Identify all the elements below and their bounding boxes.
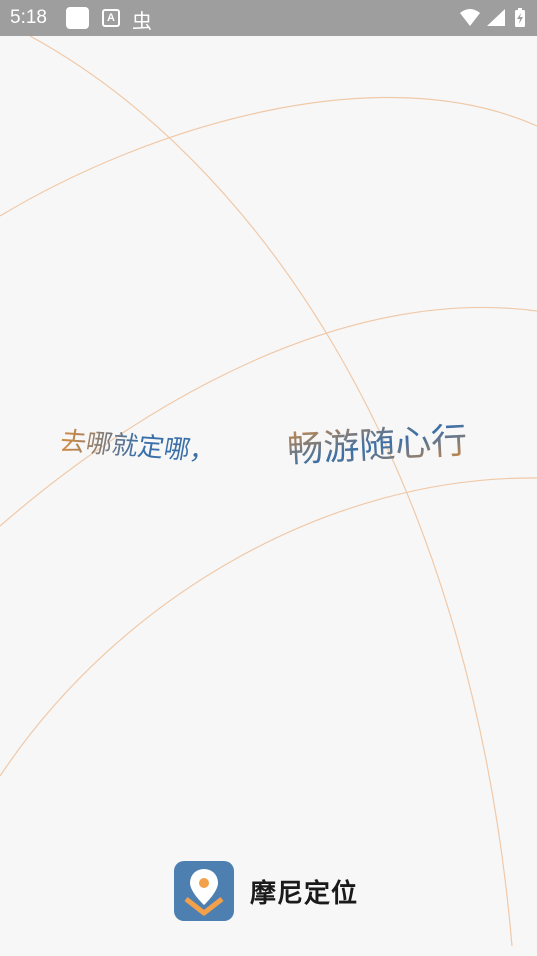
wifi-icon xyxy=(460,9,480,26)
decorative-arc xyxy=(0,477,537,777)
tagline: 去哪就定哪， 畅游随心行 xyxy=(58,400,500,490)
square-notification-icon xyxy=(66,7,89,29)
tagline-part-1: 去哪就定哪， xyxy=(60,427,218,468)
background-arcs xyxy=(0,36,537,947)
decorative-arc xyxy=(29,36,513,947)
battery-charging-icon xyxy=(515,8,525,27)
cell-signal-icon xyxy=(487,9,505,26)
tagline-part-2: 畅游随心行 xyxy=(286,421,468,471)
bug-notification-icon: 虫 xyxy=(132,9,152,33)
status-icons xyxy=(459,7,529,29)
a-notification-icon: A xyxy=(102,9,120,27)
brand-lockup: 摩尼定位 xyxy=(174,860,358,922)
app-logo-icon xyxy=(174,861,234,921)
app-name: 摩尼定位 xyxy=(250,878,359,909)
decorative-arc xyxy=(0,96,537,217)
status-time: 5:18 xyxy=(10,7,47,28)
splash-screen: 5:18 A 虫 去哪就定哪， 畅游随心行 摩尼定位 xyxy=(0,0,537,956)
status-bar: 5:18 A 虫 xyxy=(0,0,537,36)
